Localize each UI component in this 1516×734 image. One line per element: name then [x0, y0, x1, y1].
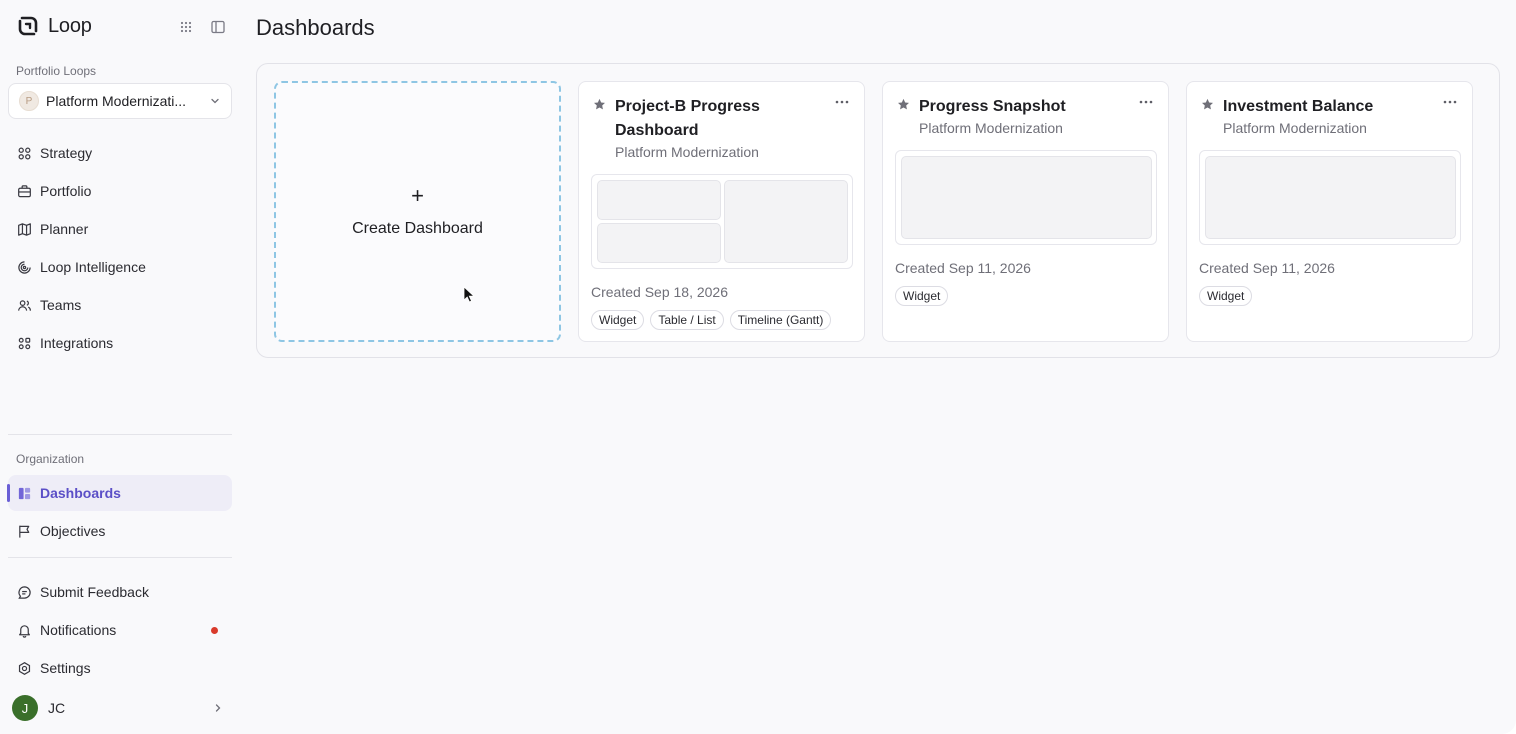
tag-list: Widget — [895, 286, 949, 306]
dashboard-icon — [18, 487, 31, 499]
page-title: Dashboards — [256, 15, 375, 40]
briefcase-icon — [18, 184, 31, 197]
notification-badge — [211, 627, 218, 634]
loop-selector[interactable]: P Platform Modernizati... — [8, 83, 232, 119]
nav-label: Notifications — [40, 622, 117, 638]
dashboards-panel: + Create Dashboard Project-B Progress Da… — [256, 63, 1500, 358]
card-title: Progress Snapshot — [919, 98, 1066, 115]
bell-icon — [19, 624, 30, 638]
nav-item-settings[interactable]: Settings — [8, 650, 232, 686]
nav-label: Portfolio — [40, 183, 92, 199]
nav-label: Submit Feedback — [40, 584, 149, 600]
feedback-icon — [18, 585, 31, 599]
create-dashboard-button[interactable]: + Create Dashboard — [274, 81, 561, 342]
card-title: Investment Balance — [1223, 98, 1374, 115]
organization-label: Organization — [16, 452, 85, 466]
tag-list: Widget — [1199, 286, 1253, 306]
tag: Timeline (Gantt) — [729, 310, 832, 330]
sidebar-toggle-icon[interactable] — [210, 19, 226, 35]
nav-label: Teams — [40, 297, 82, 313]
nav-label: Objectives — [40, 523, 106, 539]
nav-item-notifications[interactable]: Notifications — [8, 612, 232, 648]
brand[interactable]: Loop — [16, 14, 92, 38]
preview-widget — [901, 156, 1152, 239]
loop-selector-value: Platform Modernizati... — [46, 93, 187, 109]
star-icon[interactable] — [593, 98, 606, 111]
tag: Widget — [895, 286, 949, 306]
settings-icon — [18, 661, 31, 675]
card-subtitle: Platform Modernization — [1223, 120, 1367, 136]
preview-widget — [724, 180, 848, 263]
user-name: JC — [48, 700, 66, 716]
loop-avatar: P — [19, 91, 39, 111]
dashboard-card[interactable]: Project-B Progress Dashboard Platform Mo… — [578, 81, 865, 342]
intelligence-icon — [18, 260, 31, 274]
tag: Widget — [591, 310, 645, 330]
nav-label: Integrations — [40, 335, 114, 351]
users-icon — [18, 299, 31, 311]
card-subtitle: Platform Modernization — [615, 144, 759, 160]
nav-item-portfolio[interactable]: Portfolio — [8, 173, 232, 209]
card-title: Project-B Progress Dashboard — [615, 98, 760, 139]
nav-item-dashboards[interactable]: Dashboards — [7, 475, 232, 511]
preview-widget — [1205, 156, 1456, 239]
nav-item-planner[interactable]: Planner — [8, 211, 232, 247]
star-icon[interactable] — [897, 98, 910, 111]
nav-label: Settings — [40, 660, 91, 676]
tag: Table / List — [650, 310, 724, 330]
more-options-icon[interactable] — [1442, 96, 1458, 108]
dashboard-card[interactable]: Progress Snapshot Platform Modernization… — [882, 81, 1169, 342]
sidebar: Loop Portfolio Loops P Platform Moderniz… — [0, 0, 240, 734]
star-icon[interactable] — [1201, 98, 1214, 111]
active-indicator — [7, 484, 10, 502]
chevron-right-icon — [215, 704, 221, 712]
flag-icon — [19, 525, 30, 538]
dashboard-preview — [591, 174, 853, 269]
more-options-icon[interactable] — [834, 96, 850, 108]
apps-grid-icon[interactable] — [178, 19, 194, 35]
nav-label: Loop Intelligence — [40, 259, 146, 275]
sidebar-divider — [8, 434, 232, 435]
portfolio-loops-label: Portfolio Loops — [16, 64, 97, 78]
nav-label: Planner — [40, 221, 89, 237]
nav-item-integrations[interactable]: Integrations — [8, 325, 232, 361]
plus-icon: + — [411, 183, 424, 208]
map-icon — [18, 222, 31, 236]
dashboard-preview — [1199, 150, 1461, 245]
mouse-cursor-icon — [463, 286, 475, 303]
created-date: Created Sep 11, 2026 — [895, 260, 1031, 276]
created-date: Created Sep 18, 2026 — [591, 284, 728, 300]
created-date: Created Sep 11, 2026 — [1199, 260, 1335, 276]
avatar: J — [12, 695, 38, 721]
nav-item-objectives[interactable]: Objectives — [8, 513, 232, 549]
more-options-icon[interactable] — [1138, 96, 1154, 108]
preview-widget — [597, 180, 721, 220]
user-menu[interactable]: J JC — [8, 694, 232, 722]
nav-item-teams[interactable]: Teams — [8, 287, 232, 323]
sidebar-divider — [8, 557, 232, 558]
nav-item-loop-intelligence[interactable]: Loop Intelligence — [8, 249, 232, 285]
nav-label: Dashboards — [40, 485, 121, 501]
loop-logo-icon — [18, 16, 38, 36]
dashboard-preview — [895, 150, 1157, 245]
nav-item-strategy[interactable]: Strategy — [8, 135, 232, 171]
tag-list: Widget Table / List Timeline (Gantt) — [591, 310, 832, 330]
chevron-down-icon — [211, 98, 219, 104]
nav-item-submit-feedback[interactable]: Submit Feedback — [8, 574, 232, 610]
nav-label: Strategy — [40, 145, 93, 161]
integrations-icon — [18, 337, 31, 349]
strategy-icon — [18, 147, 31, 159]
preview-widget — [597, 223, 721, 263]
brand-name: Loop — [48, 14, 92, 37]
app-window: Loop Portfolio Loops P Platform Moderniz… — [0, 0, 1516, 734]
card-subtitle: Platform Modernization — [919, 120, 1063, 136]
create-dashboard-label: Create Dashboard — [352, 220, 483, 237]
dashboard-card[interactable]: Investment Balance Platform Modernizatio… — [1186, 81, 1473, 342]
tag: Widget — [1199, 286, 1253, 306]
